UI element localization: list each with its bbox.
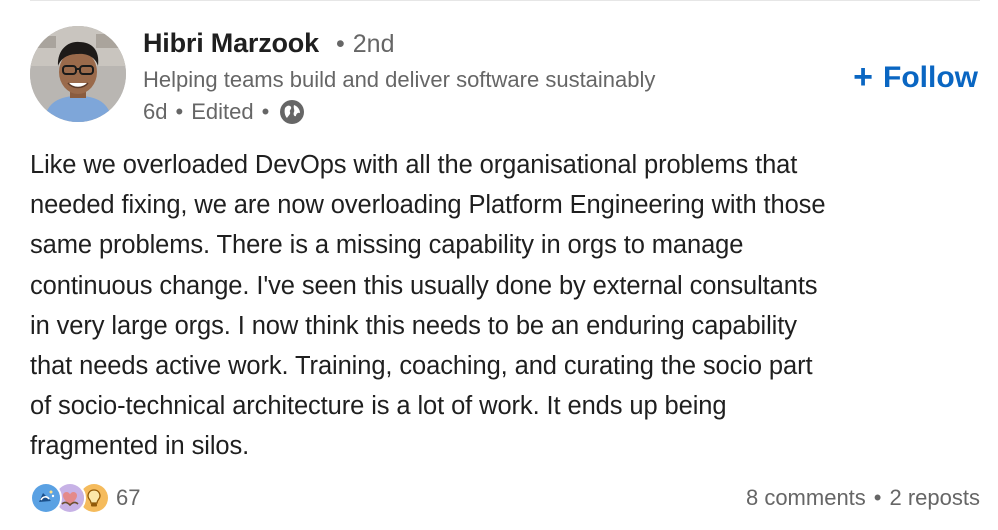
reactions-summary[interactable]: 67 [30, 482, 140, 514]
author-name[interactable]: Hibri Marzook [143, 28, 319, 59]
edited-label: Edited [191, 99, 254, 124]
top-divider [30, 0, 980, 1]
social-counts: 8 comments • 2 reposts [746, 485, 980, 511]
separator-dot: • [873, 485, 882, 510]
connection-degree: • 2nd [336, 30, 394, 59]
separator-dot: • [261, 99, 270, 124]
celebrate-icon [30, 482, 62, 514]
reaction-count[interactable]: 67 [116, 485, 140, 511]
avatar[interactable] [30, 26, 126, 122]
follow-label: Follow [883, 61, 978, 94]
post-age: 6d [143, 99, 168, 124]
post-meta: 6d • Edited • [143, 99, 305, 125]
author-headline: Helping teams build and deliver software… [143, 67, 656, 92]
plus-icon: + [853, 57, 874, 96]
degree-label: 2nd [352, 30, 395, 58]
follow-button[interactable]: + Follow [851, 59, 980, 97]
separator-dot: • [175, 99, 184, 124]
comments-count[interactable]: 8 comments [746, 485, 866, 511]
separator-dot: • [336, 30, 345, 58]
reposts-count[interactable]: 2 reposts [890, 485, 981, 511]
post-text: Like we overloaded DevOps with all the o… [30, 151, 826, 461]
globe-icon [279, 99, 305, 125]
